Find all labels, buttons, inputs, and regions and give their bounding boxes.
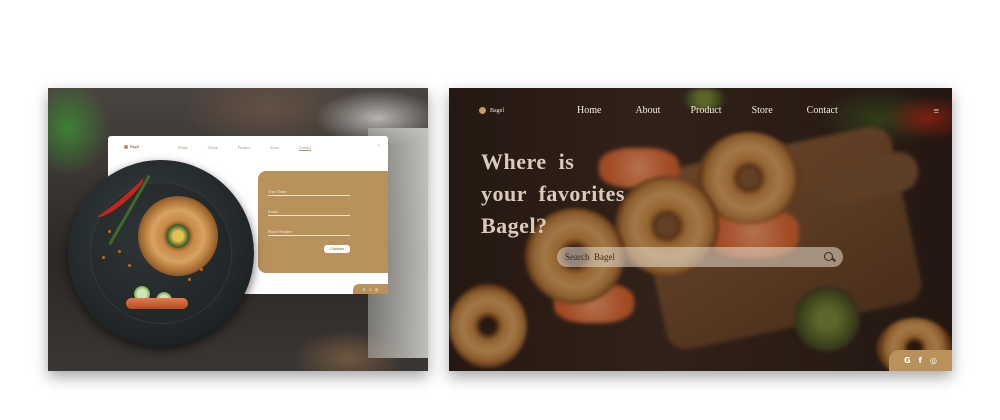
- nav-item-store[interactable]: Store: [270, 145, 278, 151]
- spice-bit: [200, 268, 203, 271]
- sausage: [126, 298, 188, 309]
- food-plate-image: [68, 160, 254, 346]
- contact-button[interactable]: Contact: [324, 245, 350, 253]
- spice-bit: [108, 230, 111, 233]
- instagram-icon[interactable]: ◎: [375, 287, 379, 292]
- spice-bit: [102, 256, 105, 259]
- facebook-icon[interactable]: f: [370, 287, 371, 292]
- landing-page-mockup: Bagel Home About Product Store Contact ≡…: [449, 88, 952, 371]
- nav-item-about[interactable]: About: [635, 105, 660, 116]
- contact-page-mockup: Bagel Home About Product Store Contact ×…: [48, 88, 428, 371]
- brand-name: Bagel: [490, 107, 504, 114]
- hero-line: Where is: [481, 149, 575, 174]
- nav-item-product[interactable]: Product: [238, 145, 250, 151]
- nav-item-contact[interactable]: Contact: [298, 145, 312, 151]
- search-icon[interactable]: [824, 251, 835, 263]
- hero-line: your favorites: [481, 181, 625, 206]
- brand-name: Bagel: [130, 144, 140, 149]
- nav-item-home[interactable]: Home: [178, 145, 188, 151]
- hero-line: Bagel?: [481, 213, 548, 238]
- brand-logo[interactable]: Bagel: [479, 107, 504, 114]
- spice-bit: [118, 250, 121, 253]
- nav-item-about[interactable]: About: [208, 145, 218, 151]
- social-links: G f ◎: [889, 350, 952, 371]
- email-field[interactable]: Email: [268, 209, 350, 216]
- nav-item-store[interactable]: Store: [752, 105, 773, 116]
- instagram-icon[interactable]: ◎: [930, 356, 937, 365]
- phone-field[interactable]: Phone Number: [268, 229, 350, 236]
- bagel-image: [138, 196, 218, 276]
- close-icon[interactable]: ×: [377, 144, 380, 149]
- search-input[interactable]: [565, 252, 824, 262]
- nav-item-product[interactable]: Product: [690, 105, 721, 116]
- spice-bit: [188, 278, 191, 281]
- logo-icon: [479, 107, 486, 114]
- social-links: G f ◎: [353, 284, 388, 294]
- hamburger-icon[interactable]: ≡: [933, 106, 939, 117]
- name-field[interactable]: Your Name: [268, 189, 350, 196]
- search-bar: [557, 247, 843, 267]
- nav-item-home[interactable]: Home: [577, 105, 601, 116]
- google-icon[interactable]: G: [904, 356, 911, 365]
- contact-form: Your Name Email Phone Number Contact: [258, 171, 388, 273]
- top-nav: Home About Product Store Contact: [577, 105, 838, 116]
- google-icon[interactable]: G: [363, 287, 366, 292]
- hero-heading: Where is your favorites Bagel?: [481, 146, 625, 242]
- brand-logo[interactable]: Bagel: [124, 144, 139, 149]
- top-nav: Home About Product Store Contact: [178, 145, 312, 151]
- spice-bit: [128, 264, 131, 267]
- facebook-icon[interactable]: f: [919, 356, 922, 365]
- nav-item-contact[interactable]: Contact: [807, 105, 838, 116]
- logo-icon: [124, 144, 128, 149]
